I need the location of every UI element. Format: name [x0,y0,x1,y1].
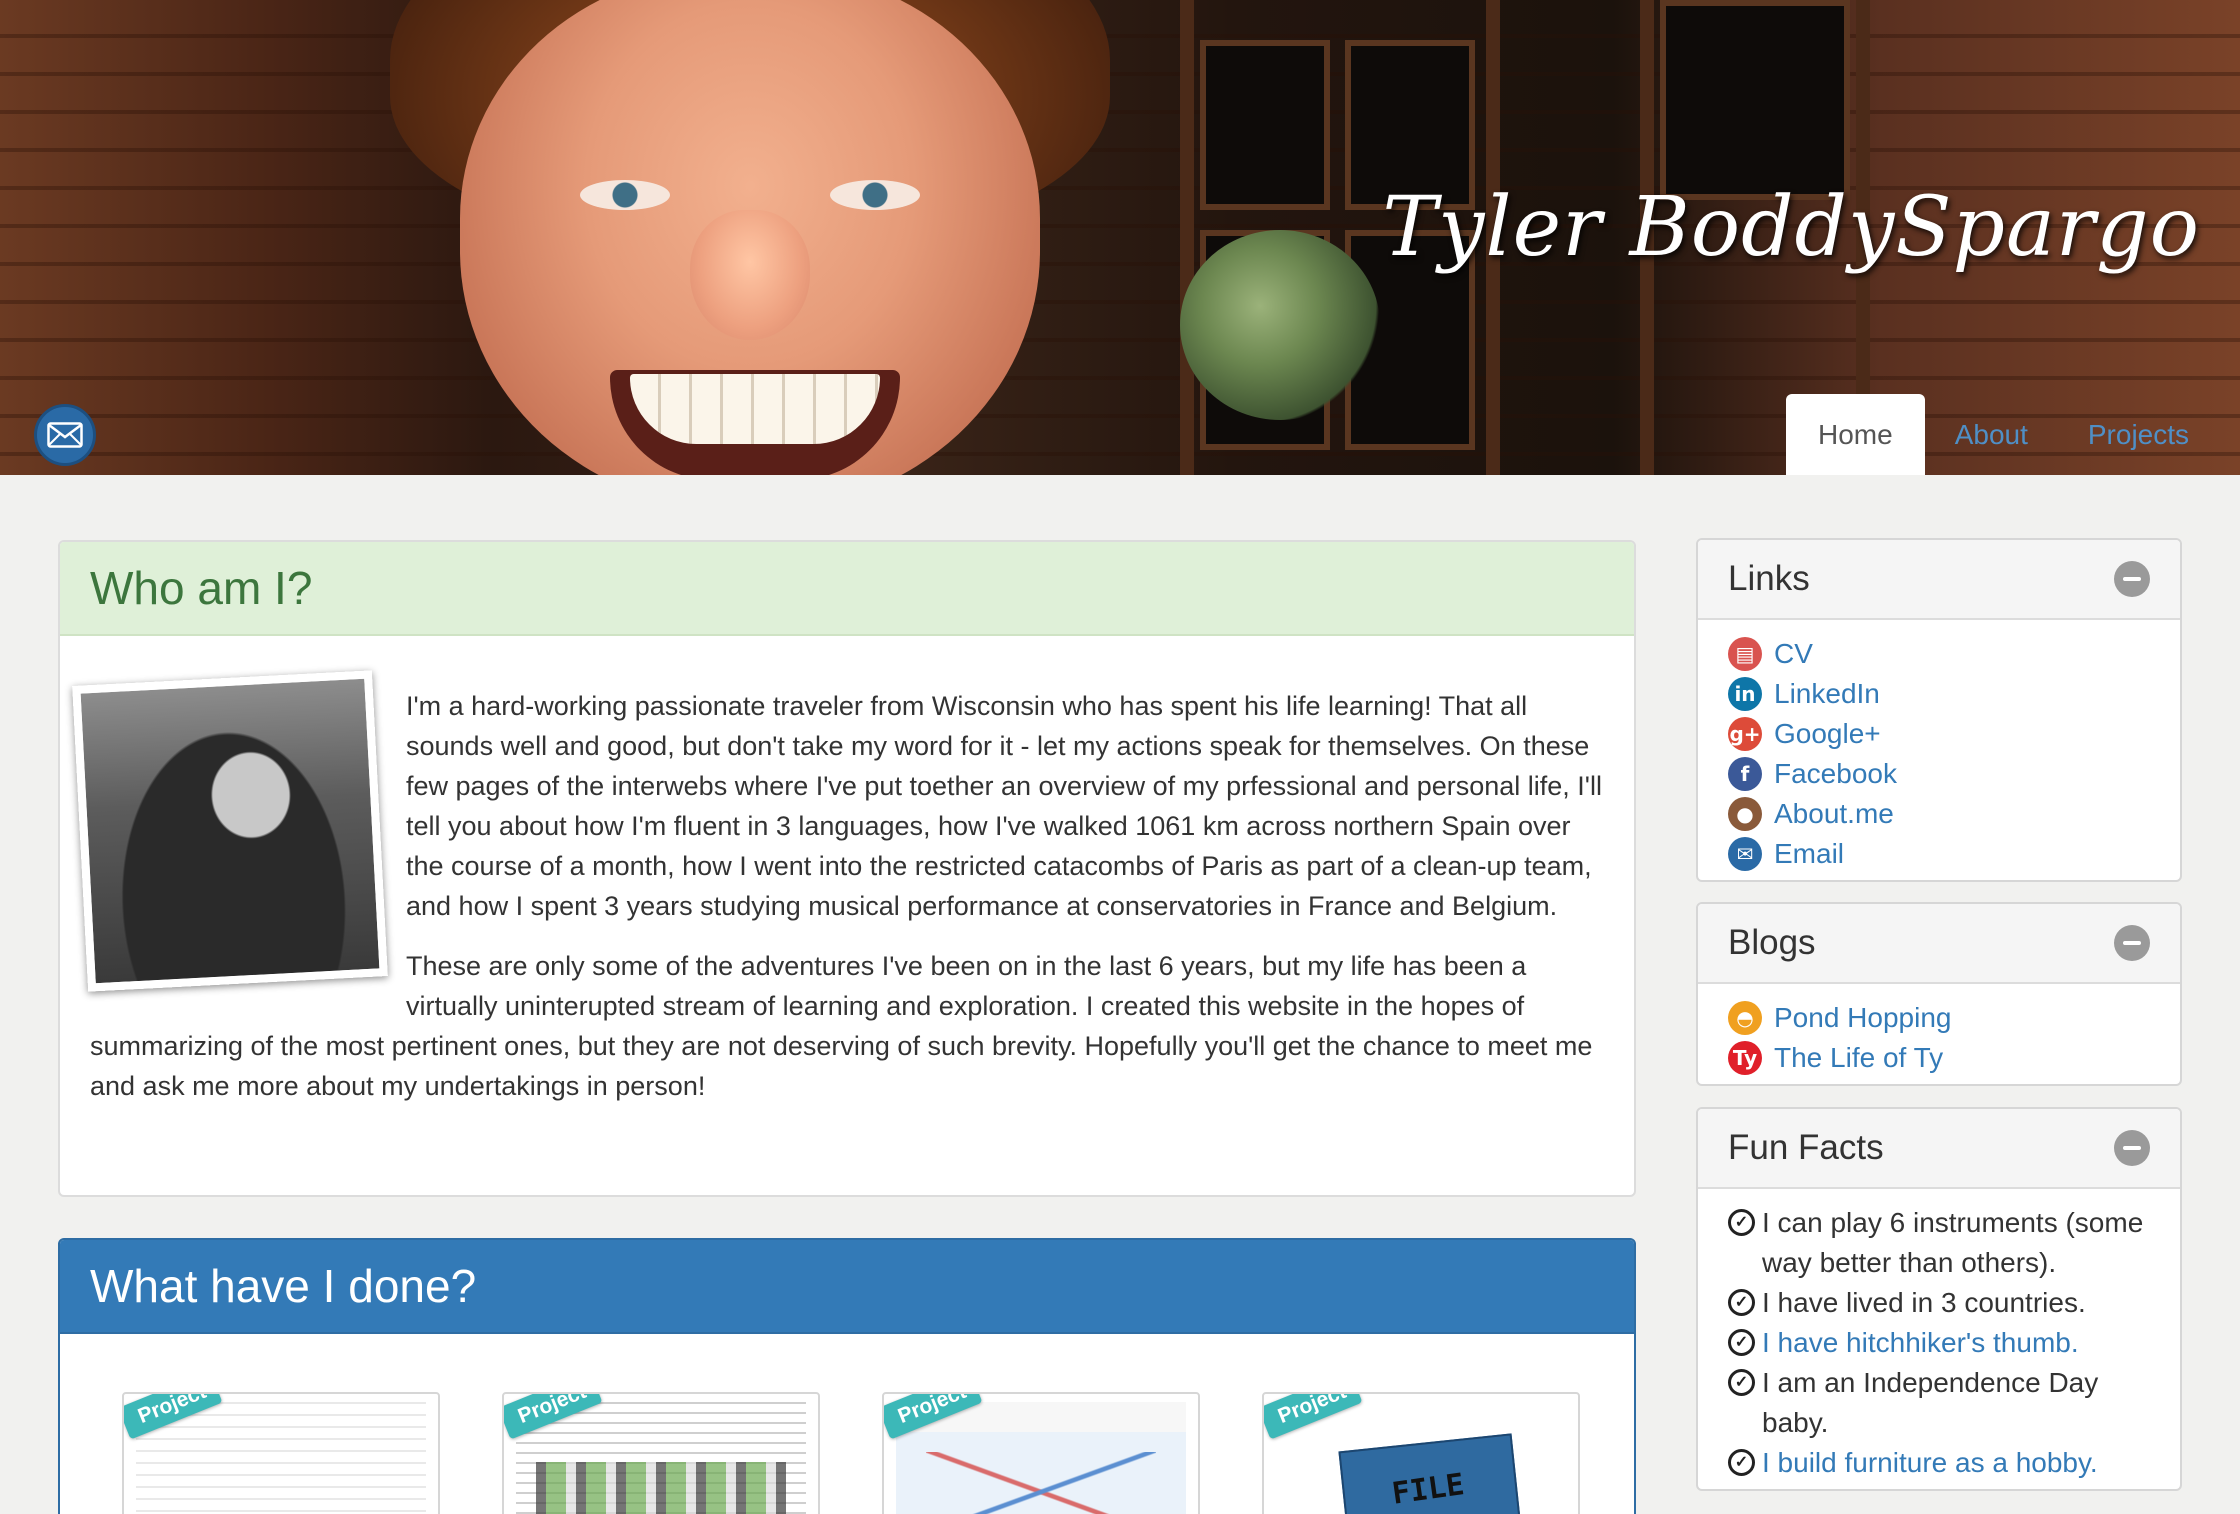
links-link[interactable]: CV [1774,638,1813,670]
project-card[interactable]: Project [122,1392,440,1514]
links-item: f Facebook [1728,754,2150,794]
blogs-panel: Blogs ◓ Pond Hopping Ty The Life of Ty [1696,902,2182,1086]
links-link[interactable]: Email [1774,838,1844,870]
check-circle-icon: ✓ [1728,1209,1755,1236]
fun-facts-list: ✓ I can play 6 instruments (some way bett… [1698,1189,2180,1489]
right-eye [830,180,920,210]
fun-fact-item: ✓ I am an Independence Day baby. [1728,1363,2150,1443]
fun-fact-text: I have lived in 3 countries. [1762,1287,2086,1318]
blogs-link[interactable]: Pond Hopping [1774,1002,1951,1034]
collapse-links-button[interactable] [2114,561,2150,597]
life-of-ty-icon: Ty [1728,1041,1762,1075]
links-item: ✉ Email [1728,834,2150,874]
fun-fact-link[interactable]: I have hitchhiker's thumb. [1762,1327,2079,1358]
links-list: ▤ CV in LinkedIn g+ Google+ f Facebook ● About.me… [1698,620,2180,880]
envelope-icon [47,422,83,448]
collapse-fun-facts-button[interactable] [2114,1130,2150,1166]
project-grid: Project Project Project FILE Project [60,1334,1634,1514]
links-link[interactable]: Facebook [1774,758,1897,790]
links-link[interactable]: About.me [1774,798,1894,830]
fun-fact-text: I can play 6 instruments (some way bette… [1762,1207,2144,1278]
cv-icon: ▤ [1728,637,1762,671]
links-item: ● About.me [1728,794,2150,834]
blogs-link[interactable]: The Life of Ty [1774,1042,1943,1074]
who-am-i-body: I'm a hard-working passionate traveler f… [60,636,1634,1156]
fun-fact-link[interactable]: I build furniture as a hobby. [1762,1447,2098,1478]
blogs-item: ◓ Pond Hopping [1728,998,2150,1038]
window-pane [1660,0,1850,200]
check-circle-icon: ✓ [1728,1329,1755,1356]
shrub [1180,230,1380,420]
linkedin-icon: in [1728,677,1762,711]
contact-mail-button[interactable] [34,404,96,466]
main-nav: Home About Projects [1786,394,2219,475]
google-plus-icon: g+ [1728,717,1762,751]
fun-fact-item: ✓ I have hitchhiker's thumb. [1728,1323,2150,1363]
fun-fact-item: ✓ I have lived in 3 countries. [1728,1283,2150,1323]
pond-hopping-icon: ◓ [1728,1001,1762,1035]
what-have-i-done-heading: What have I done? [60,1240,1634,1334]
project-card[interactable]: Project [882,1392,1200,1514]
check-circle-icon: ✓ [1728,1369,1755,1396]
check-circle-icon: ✓ [1728,1289,1755,1316]
project-card[interactable]: FILE Project [1262,1392,1580,1514]
blogs-list: ◓ Pond Hopping Ty The Life of Ty [1698,984,2180,1084]
nav-about[interactable]: About [1925,394,2058,475]
what-have-i-done-panel: What have I done? Project Project Projec… [58,1238,1636,1514]
facebook-icon: f [1728,757,1762,791]
check-circle-icon: ✓ [1728,1449,1755,1476]
left-eye [580,180,670,210]
links-link[interactable]: LinkedIn [1774,678,1880,710]
project-card[interactable]: Project [502,1392,820,1514]
aboutme-icon: ● [1728,797,1762,831]
window-pane [1200,40,1330,210]
nav-home[interactable]: Home [1786,394,1925,475]
links-panel: Links ▤ CV in LinkedIn g+ Google+ f Facebook ● Ab… [1696,538,2182,882]
teeth [630,374,880,444]
fun-facts-title: Fun Facts [1728,1128,1884,1167]
fun-facts-panel: Fun Facts ✓ I can play 6 instruments (som… [1696,1107,2182,1491]
blogs-item: Ty The Life of Ty [1728,1038,2150,1078]
links-link[interactable]: Google+ [1774,718,1881,750]
links-panel-header: Links [1698,540,2180,620]
site-title: Tyler BoddySpargo [1382,180,2200,275]
profile-photo [72,670,388,992]
fun-fact-text: I am an Independence Day baby. [1762,1367,2099,1438]
collapse-blogs-button[interactable] [2114,925,2150,961]
blogs-panel-header: Blogs [1698,904,2180,984]
fun-fact-item: ✓ I can play 6 instruments (some way bett… [1728,1203,2150,1283]
fun-facts-panel-header: Fun Facts [1698,1109,2180,1189]
links-item: in LinkedIn [1728,674,2150,714]
links-title: Links [1728,559,1810,598]
who-am-i-heading: Who am I? [60,542,1634,636]
links-item: ▤ CV [1728,634,2150,674]
who-am-i-panel: Who am I? I'm a hard-working passionate … [58,540,1636,1197]
links-item: g+ Google+ [1728,714,2150,754]
email-icon: ✉ [1728,837,1762,871]
nav-projects[interactable]: Projects [2058,394,2219,475]
header-portrait [390,0,1110,475]
header-banner: Tyler BoddySpargo Home About Projects [0,0,2240,475]
nose [690,210,810,340]
blogs-title: Blogs [1728,923,1816,962]
fun-fact-item: ✓ I build furniture as a hobby. [1728,1443,2150,1483]
